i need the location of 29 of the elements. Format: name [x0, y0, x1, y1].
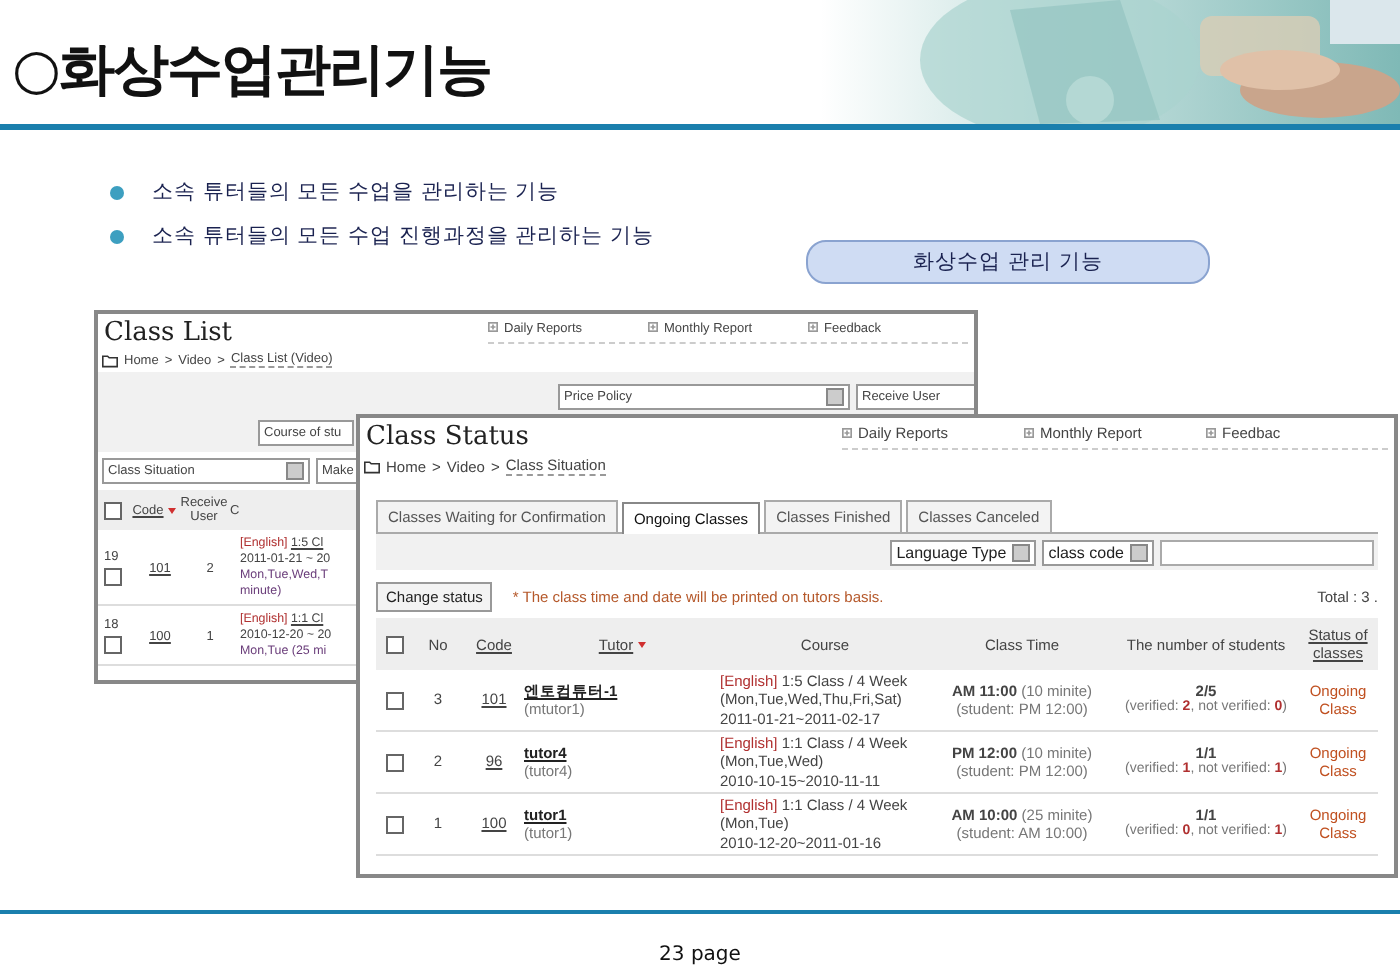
- plus-box-icon: [842, 428, 852, 438]
- bullet-icon: [110, 229, 124, 243]
- plus-box-icon: [1206, 428, 1216, 438]
- panel-title: Class List: [104, 318, 233, 348]
- plus-box-icon: [1024, 428, 1034, 438]
- slide-title: ○화상수업관리기능: [10, 34, 491, 106]
- checkbox[interactable]: [385, 753, 403, 771]
- checkbox[interactable]: [104, 636, 122, 655]
- sort-icon: [637, 641, 646, 647]
- filter-select[interactable]: Language Type: [890, 539, 1037, 565]
- checkbox[interactable]: [385, 815, 403, 833]
- plus-box-icon: [648, 322, 658, 332]
- filter-select[interactable]: class code: [1042, 539, 1154, 565]
- folder-icon: [102, 353, 118, 367]
- caption-label: 화상수업 관리 기능: [806, 240, 1210, 284]
- plus-box-icon: [488, 322, 498, 332]
- folder-icon: [364, 459, 380, 473]
- panel-title: Class Status: [366, 422, 529, 452]
- checkbox[interactable]: [385, 691, 403, 709]
- checkbox[interactable]: [104, 568, 122, 587]
- sort-icon: [167, 507, 176, 513]
- page-number: 23 page: [659, 944, 741, 966]
- plus-box-icon: [808, 322, 818, 332]
- bullet-text: 소속 튜터들의 모든 수업 진행과정을 관리하는 기능: [152, 222, 655, 250]
- bullet-text: 소속 튜터들의 모든 수업을 관리하는 기능: [152, 178, 560, 206]
- search-field[interactable]: [1160, 539, 1374, 565]
- bullet-icon: [110, 185, 124, 199]
- checkbox[interactable]: [385, 635, 403, 653]
- checkbox[interactable]: [104, 501, 122, 519]
